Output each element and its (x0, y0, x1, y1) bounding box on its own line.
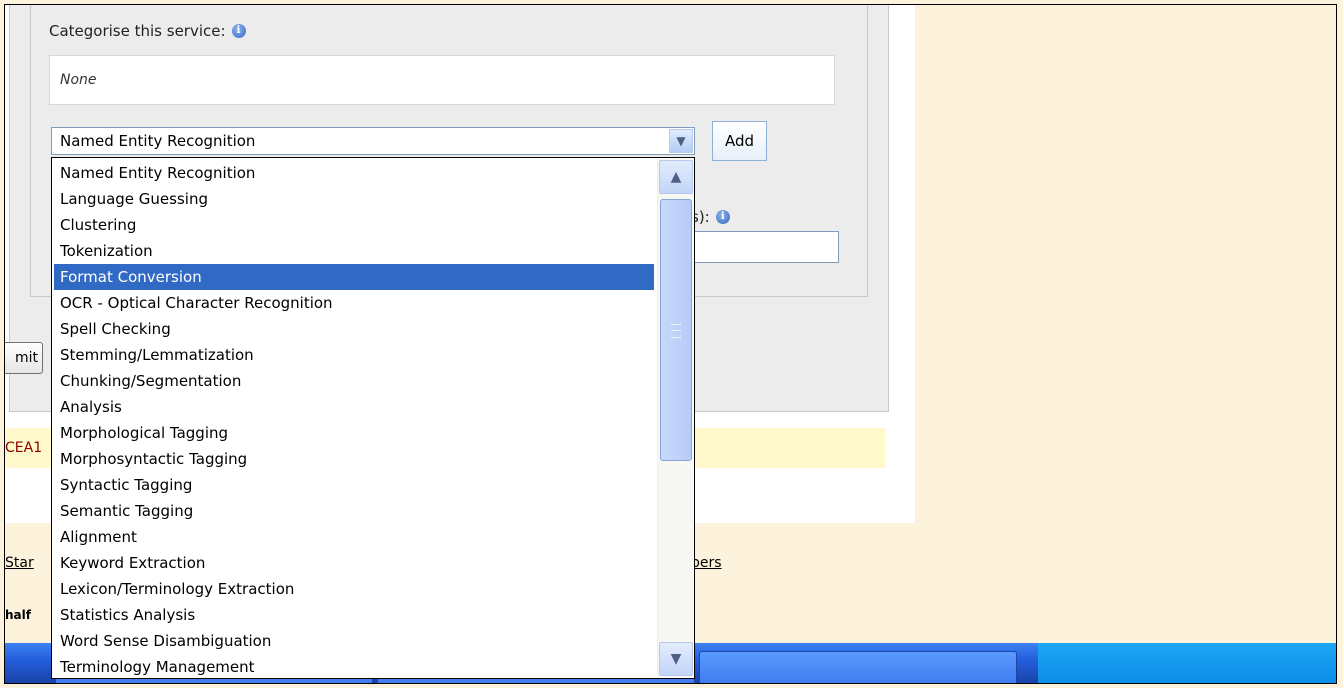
system-tray (1038, 643, 1336, 683)
categorise-label: Categorise this service: i (49, 22, 246, 40)
category-option[interactable]: Language Guessing (54, 186, 654, 212)
category-option[interactable]: Tokenization (54, 238, 654, 264)
category-options: Named Entity Recognition Language Guessin… (54, 160, 654, 680)
partial-text-input[interactable] (691, 231, 839, 263)
info-icon[interactable]: i (231, 24, 246, 38)
submit-button[interactable]: mit (5, 342, 43, 374)
category-option[interactable]: Named Entity Recognition (54, 160, 654, 186)
add-button[interactable]: Add (712, 121, 767, 161)
categories-value: None (60, 72, 97, 88)
category-select[interactable]: Named Entity Recognition ▼ (51, 127, 695, 155)
scrollbar-thumb[interactable] (660, 199, 692, 461)
category-option[interactable]: Morphological Tagging (54, 420, 654, 446)
category-option[interactable]: Format Conversion (54, 264, 654, 290)
footer-link-left[interactable]: Star (5, 555, 34, 571)
category-option[interactable]: Analysis (54, 394, 654, 420)
info-icon[interactable]: i (715, 210, 730, 224)
taskbar-button[interactable] (699, 651, 1017, 683)
grip-icon (671, 324, 681, 338)
category-option[interactable]: OCR - Optical Character Recognition (54, 290, 654, 316)
chevron-down-icon[interactable]: ▼ (659, 642, 693, 676)
category-option[interactable]: Semantic Tagging (54, 498, 654, 524)
categories-list-box: None (49, 55, 835, 105)
categorise-label-text: Categorise this service: (49, 22, 226, 40)
partial-field-label: s): i (691, 208, 730, 226)
category-option[interactable]: Chunking/Segmentation (54, 368, 654, 394)
category-dropdown-list[interactable]: Named Entity Recognition Language Guessin… (51, 157, 695, 679)
category-option[interactable]: Syntactic Tagging (54, 472, 654, 498)
chevron-up-icon[interactable]: ▲ (659, 160, 693, 194)
category-option[interactable]: Terminology Management (54, 654, 654, 680)
category-option[interactable]: Statistics Analysis (54, 602, 654, 628)
category-option[interactable]: Morphosyntactic Tagging (54, 446, 654, 472)
notice-text: CEA1 (5, 440, 43, 456)
footer-text-left: half (5, 608, 31, 622)
footer-link-right[interactable]: bers (691, 555, 722, 571)
category-option[interactable]: Clustering (54, 212, 654, 238)
chevron-down-icon[interactable]: ▼ (669, 129, 693, 153)
category-option[interactable]: Word Sense Disambiguation (54, 628, 654, 654)
category-option[interactable]: Spell Checking (54, 316, 654, 342)
category-option[interactable]: Lexicon/Terminology Extraction (54, 576, 654, 602)
category-option[interactable]: Keyword Extraction (54, 550, 654, 576)
category-select-value: Named Entity Recognition (60, 132, 256, 150)
category-option[interactable]: Alignment (54, 524, 654, 550)
browser-viewport: Categorise this service: i None Named En… (4, 4, 1337, 684)
dropdown-scrollbar[interactable]: ▲ ▼ (657, 159, 693, 677)
category-option[interactable]: Stemming/Lemmatization (54, 342, 654, 368)
